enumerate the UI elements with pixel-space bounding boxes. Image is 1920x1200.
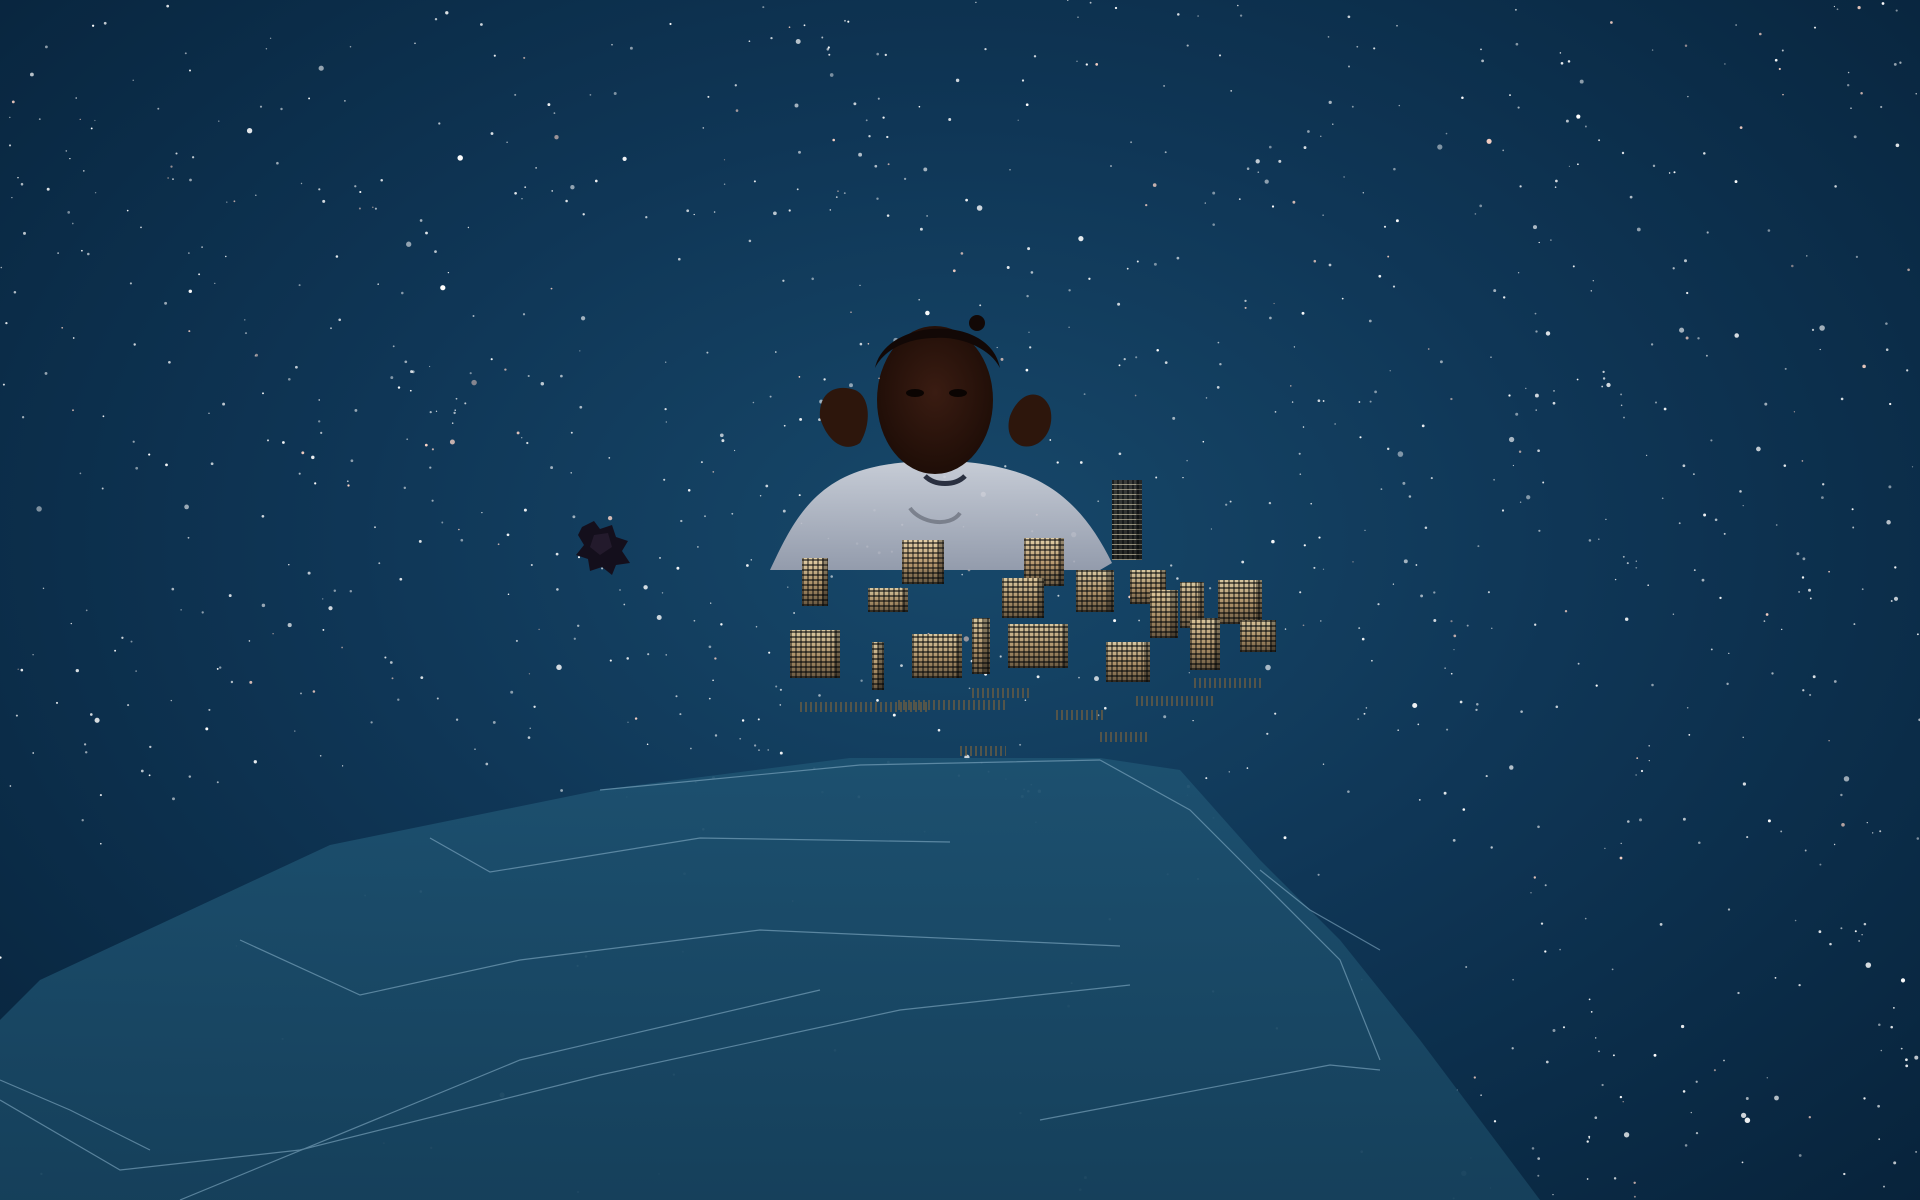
building-stub — [960, 746, 1006, 756]
tower — [1150, 590, 1178, 638]
tower — [1076, 570, 1114, 612]
tower — [1106, 642, 1150, 682]
tower — [912, 634, 962, 678]
tower — [1002, 578, 1044, 618]
building-stub — [972, 688, 1032, 698]
building-stub — [1056, 710, 1106, 720]
game-viewport[interactable] — [0, 0, 1920, 1200]
tower — [872, 642, 884, 690]
tower — [868, 588, 908, 612]
tower — [1008, 624, 1068, 668]
tower — [790, 630, 840, 678]
building-stub — [898, 700, 1008, 710]
terrain-body — [0, 758, 1540, 1200]
tower — [1190, 618, 1220, 670]
tower — [972, 618, 990, 674]
tower-tall — [1112, 480, 1142, 560]
building-stub — [1136, 696, 1216, 706]
tower — [1218, 580, 1262, 624]
miniature-city-blocks-icon[interactable] — [780, 470, 1280, 770]
building-stub — [1194, 678, 1264, 688]
tower — [902, 540, 944, 584]
tower — [1240, 620, 1276, 652]
building-stub — [1100, 732, 1148, 742]
floating-debris-icon[interactable] — [572, 515, 634, 577]
tower — [802, 558, 828, 606]
